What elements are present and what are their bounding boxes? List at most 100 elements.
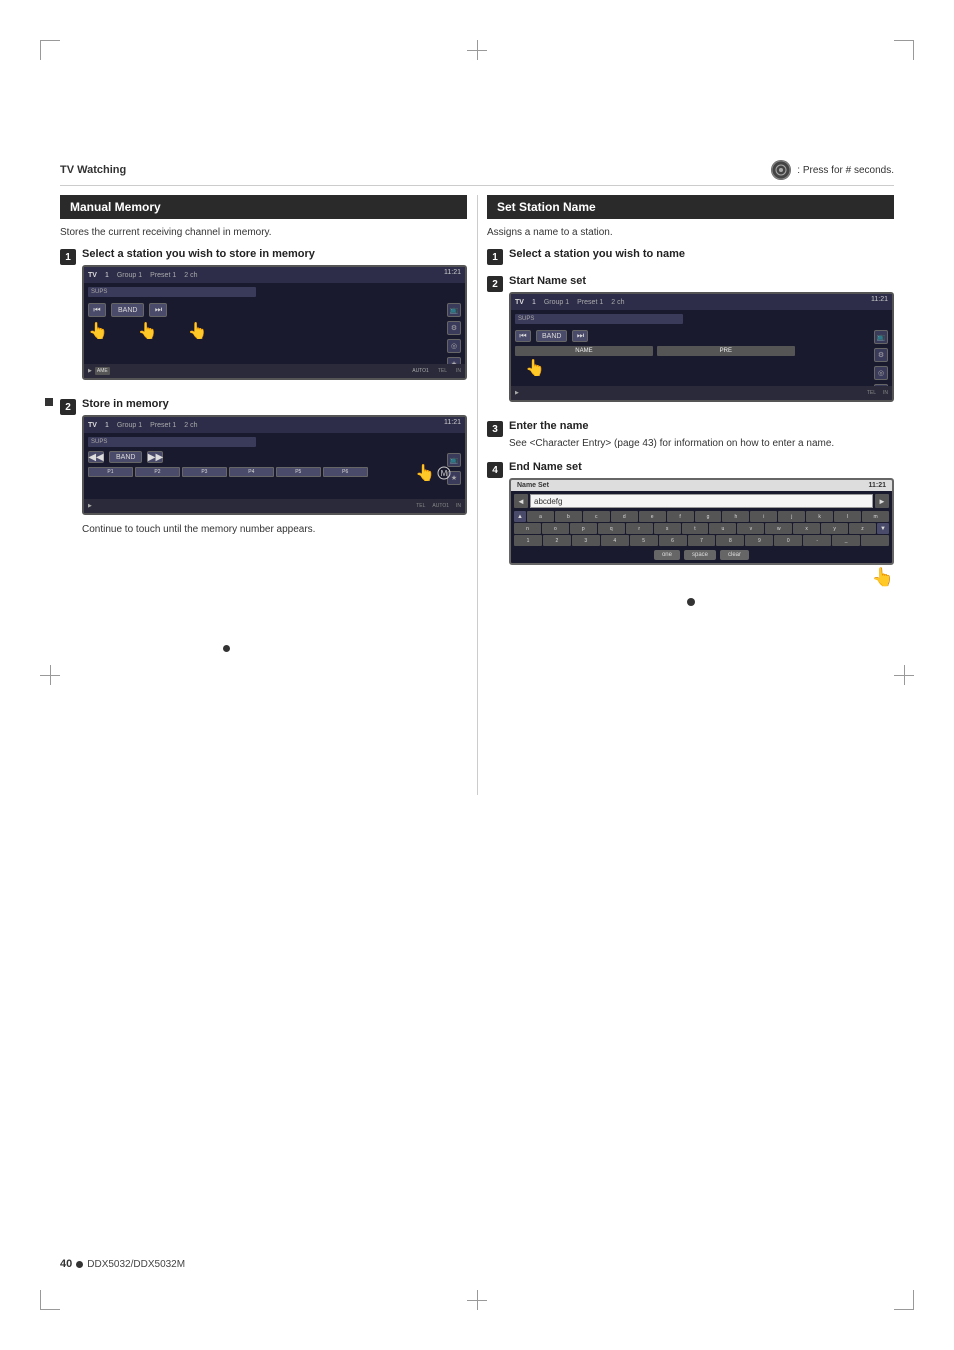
name-set-title-bar: Name Set 11:21: [511, 480, 892, 491]
nav-prev-btn[interactable]: ◄: [514, 494, 528, 508]
bullet-right: [687, 598, 695, 606]
step-4-right: 4 End Name set Name Set 11:21 ◄: [487, 461, 894, 588]
key-v[interactable]: v: [737, 523, 764, 534]
key-2[interactable]: 2: [543, 535, 571, 546]
key-r[interactable]: r: [626, 523, 653, 534]
tv-screen-1: TV 1 Group 1 Preset 1 2 ch 11:21 SUPS: [82, 265, 467, 380]
keyboard-nav-row: ▲ a b c d e f g h i j k l: [514, 511, 889, 522]
footer-page: 40 DDX5032/DDX5032M: [60, 1258, 185, 1270]
footer-circle: [76, 1261, 83, 1268]
key-up[interactable]: ▲: [514, 511, 526, 522]
manual-memory-header: Manual Memory: [60, 195, 467, 219]
crosshair-right: [894, 665, 914, 685]
key-x[interactable]: x: [793, 523, 820, 534]
step-3-right-title: Enter the name: [509, 420, 894, 432]
key-t[interactable]: t: [682, 523, 709, 534]
step-num-3-right: 3: [487, 421, 503, 437]
keyboard-row-2: n o p q r s t u v w x y z: [514, 523, 889, 534]
step-num-2-left: 2: [60, 399, 76, 415]
step-1-right-content: Select a station you wish to name: [509, 248, 894, 265]
key-k[interactable]: k: [806, 511, 833, 522]
key-empty[interactable]: [861, 535, 889, 546]
key-c[interactable]: c: [583, 511, 610, 522]
key-l[interactable]: l: [834, 511, 861, 522]
set-station-name-desc: Assigns a name to a station.: [487, 227, 894, 238]
step-3-right-text: See <Character Entry> (page 43) for info…: [509, 437, 894, 451]
name-input-field[interactable]: abcdefg: [530, 494, 873, 508]
corner-mark-bl: [40, 1290, 60, 1310]
key-p[interactable]: p: [570, 523, 597, 534]
name-set-time: 11:21: [868, 482, 886, 489]
key-w[interactable]: w: [765, 523, 792, 534]
key-6[interactable]: 6: [659, 535, 687, 546]
space-btn[interactable]: space: [684, 550, 716, 560]
end-name-touch: 👆: [509, 567, 894, 588]
key-dash[interactable]: -: [803, 535, 831, 546]
nav-next-btn[interactable]: ►: [875, 494, 889, 508]
header: TV Watching : Press for # seconds.: [60, 160, 894, 180]
key-q[interactable]: q: [598, 523, 625, 534]
key-o[interactable]: o: [542, 523, 569, 534]
key-g[interactable]: g: [695, 511, 722, 522]
tv-preset: Preset 1: [150, 272, 176, 279]
footer-page-num: 40: [60, 1258, 72, 1270]
step-num-2-right: 2: [487, 276, 503, 292]
step-3-right-content: Enter the name See <Character Entry> (pa…: [509, 420, 894, 451]
clear-btn[interactable]: clear: [720, 550, 749, 560]
footer: 40 DDX5032/DDX5032M: [60, 1258, 894, 1270]
step-2-right-title: Start Name set: [509, 275, 894, 287]
key-3[interactable]: 3: [572, 535, 600, 546]
key-1[interactable]: 1: [514, 535, 542, 546]
step-1-left: 1 Select a station you wish to store in …: [60, 248, 467, 388]
key-5[interactable]: 5: [630, 535, 658, 546]
content-area: Manual Memory Stores the current receivi…: [60, 195, 894, 606]
key-0[interactable]: 0: [774, 535, 802, 546]
crosshair-top: [467, 40, 487, 60]
step-4-right-title: End Name set: [509, 461, 894, 473]
tv-time: 11:21: [444, 269, 461, 276]
key-d[interactable]: d: [611, 511, 638, 522]
key-u[interactable]: u: [709, 523, 736, 534]
key-f[interactable]: f: [667, 511, 694, 522]
header-right: : Press for # seconds.: [771, 160, 894, 180]
step-num-1-right: 1: [487, 249, 503, 265]
key-nav2[interactable]: ▼: [877, 523, 889, 534]
key-n1[interactable]: n: [514, 523, 541, 534]
name-set-title: Name Set: [517, 482, 549, 489]
key-a[interactable]: a: [527, 511, 554, 522]
tv-screen-right: TV 1 Group 1 Preset 1 2 ch 11:21 SUPS ⏮: [509, 292, 894, 402]
key-h[interactable]: h: [722, 511, 749, 522]
key-under[interactable]: _: [832, 535, 860, 546]
key-z[interactable]: z: [849, 523, 876, 534]
key-i[interactable]: i: [750, 511, 777, 522]
step-1-right-title: Select a station you wish to name: [509, 248, 894, 260]
key-8[interactable]: 8: [716, 535, 744, 546]
key-e[interactable]: e: [639, 511, 666, 522]
key-s[interactable]: s: [654, 523, 681, 534]
tv-top-bar-2: TV 1 Group 1 Preset 1 2 ch 11:21: [84, 417, 465, 433]
key-j[interactable]: j: [778, 511, 805, 522]
bullet-left-marker: [223, 645, 230, 652]
tv-ch: 1: [105, 272, 109, 279]
name-set-body: ◄ abcdefg ► ▲ a b c d: [511, 491, 892, 563]
step-2-right-content: Start Name set TV 1 Group 1 Preset 1 2 c…: [509, 275, 894, 410]
bullet-left: [45, 398, 53, 406]
name-set-input-row: ◄ abcdefg ►: [514, 494, 889, 508]
one-btn[interactable]: one: [654, 550, 680, 560]
tv-ch2: 2 ch: [184, 272, 197, 279]
left-column: Manual Memory Stores the current receivi…: [60, 195, 467, 606]
step-1-left-content: Select a station you wish to store in me…: [82, 248, 467, 388]
step-4-right-content: End Name set Name Set 11:21 ◄ abcdefg: [509, 461, 894, 588]
key-7[interactable]: 7: [688, 535, 716, 546]
key-b[interactable]: b: [555, 511, 582, 522]
step-num-1-left: 1: [60, 249, 76, 265]
continue-text: Continue to touch until the memory numbe…: [82, 523, 467, 537]
key-4[interactable]: 4: [601, 535, 629, 546]
key-m[interactable]: m: [862, 511, 889, 522]
step-1-left-title: Select a station you wish to store in me…: [82, 248, 467, 260]
key-y[interactable]: y: [821, 523, 848, 534]
step-2-left-title: Store in memory: [82, 398, 467, 410]
crosshair-bottom: [467, 1290, 487, 1310]
header-divider: [60, 185, 894, 186]
key-9[interactable]: 9: [745, 535, 773, 546]
